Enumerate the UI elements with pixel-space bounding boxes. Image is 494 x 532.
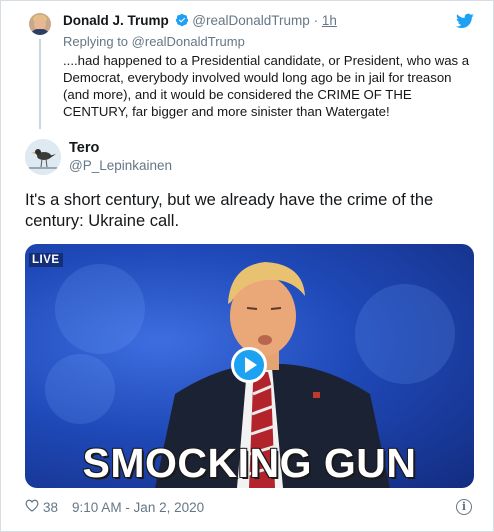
quoted-tweet-header: Donald J. Trump @realDonaldTrump · 1h <box>63 13 337 30</box>
author-avatar[interactable] <box>25 139 61 175</box>
gif-caption: SMOCKING GUN <box>82 440 417 486</box>
verified-badge-icon <box>175 13 189 30</box>
quoted-tweet-text: ....had happened to a Presidential candi… <box>63 53 470 119</box>
twitter-bird-icon[interactable] <box>456 13 474 34</box>
separator-dot: · <box>313 13 319 28</box>
quoted-author-name[interactable]: Donald J. Trump <box>63 13 169 28</box>
author-handle[interactable]: @P_Lepinkainen <box>69 158 172 173</box>
reply-prefix: Replying to <box>63 34 129 49</box>
quoted-tweet-time[interactable]: 1h <box>322 13 337 28</box>
replying-to-line: Replying to @realDonaldTrump <box>63 34 245 49</box>
play-icon[interactable] <box>231 347 267 383</box>
info-icon[interactable]: i <box>456 499 472 515</box>
reply-handle-link[interactable]: @realDonaldTrump <box>132 34 245 49</box>
tweet-embed: Donald J. Trump @realDonaldTrump · 1h Re… <box>0 0 494 532</box>
quoted-author-handle[interactable]: @realDonaldTrump <box>192 13 310 28</box>
thread-line <box>39 39 41 129</box>
author-name[interactable]: Tero <box>69 140 99 156</box>
like-count[interactable]: 38 <box>43 500 58 515</box>
tweet-timestamp[interactable]: 9:10 AM - Jan 2, 2020 <box>72 500 204 515</box>
quoted-author-avatar[interactable] <box>29 13 51 35</box>
tweet-media-gif[interactable]: LIVE SMOCKING GUN <box>25 244 474 488</box>
tweet-text: It's a short century, but we already hav… <box>25 191 434 230</box>
tweet-footer: 38 9:10 AM - Jan 2, 2020 <box>25 499 204 515</box>
heart-icon[interactable] <box>25 499 39 515</box>
